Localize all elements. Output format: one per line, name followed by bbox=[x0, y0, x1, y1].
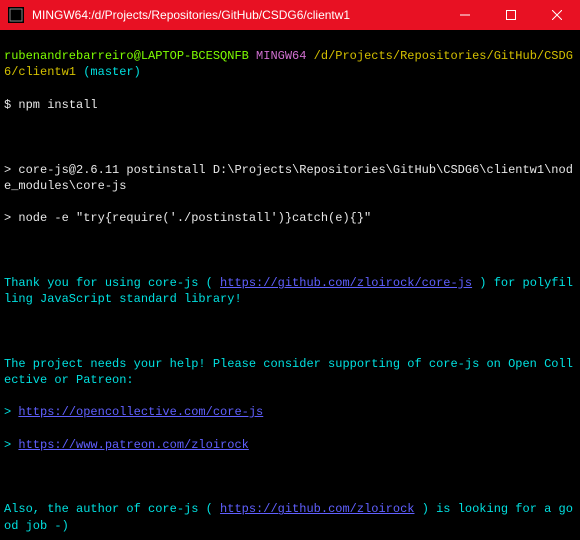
titlebar[interactable]: MINGW64:/d/Projects/Repositories/GitHub/… bbox=[0, 0, 580, 30]
close-button[interactable] bbox=[534, 0, 580, 30]
app-icon bbox=[8, 7, 24, 23]
output-line: > node -e "try{require('./postinstall')}… bbox=[4, 210, 576, 226]
prompt-branch: (master) bbox=[83, 65, 141, 79]
terminal-body[interactable]: rubenandrebarreiro@LAPTOP-BCESQNFB MINGW… bbox=[0, 30, 580, 540]
maximize-button[interactable] bbox=[488, 0, 534, 30]
terminal-window: MINGW64:/d/Projects/Repositories/GitHub/… bbox=[0, 0, 580, 540]
command-text: npm install bbox=[18, 98, 97, 112]
output-line: > core-js@2.6.11 postinstall D:\Projects… bbox=[4, 162, 576, 194]
output-line: > https://opencollective.com/core-js bbox=[4, 404, 576, 420]
link[interactable]: https://opencollective.com/core-js bbox=[18, 405, 263, 419]
output-line: Also, the author of core-js ( https://gi… bbox=[4, 501, 576, 533]
output-line: Thank you for using core-js ( https://gi… bbox=[4, 275, 576, 307]
command-line: $ npm install bbox=[4, 97, 576, 113]
prompt-host: MINGW64 bbox=[256, 49, 306, 63]
link[interactable]: https://www.patreon.com/zloirock bbox=[18, 438, 248, 452]
output-line: > https://www.patreon.com/zloirock bbox=[4, 437, 576, 453]
link[interactable]: https://github.com/zloirock bbox=[220, 502, 414, 516]
link[interactable]: https://github.com/zloirock/core-js bbox=[220, 276, 472, 290]
prompt-line: rubenandrebarreiro@LAPTOP-BCESQNFB MINGW… bbox=[4, 48, 576, 80]
prompt-user: rubenandrebarreiro@LAPTOP-BCESQNFB bbox=[4, 49, 249, 63]
minimize-button[interactable] bbox=[442, 0, 488, 30]
window-title: MINGW64:/d/Projects/Repositories/GitHub/… bbox=[32, 8, 442, 22]
output-line: The project needs your help! Please cons… bbox=[4, 356, 576, 388]
